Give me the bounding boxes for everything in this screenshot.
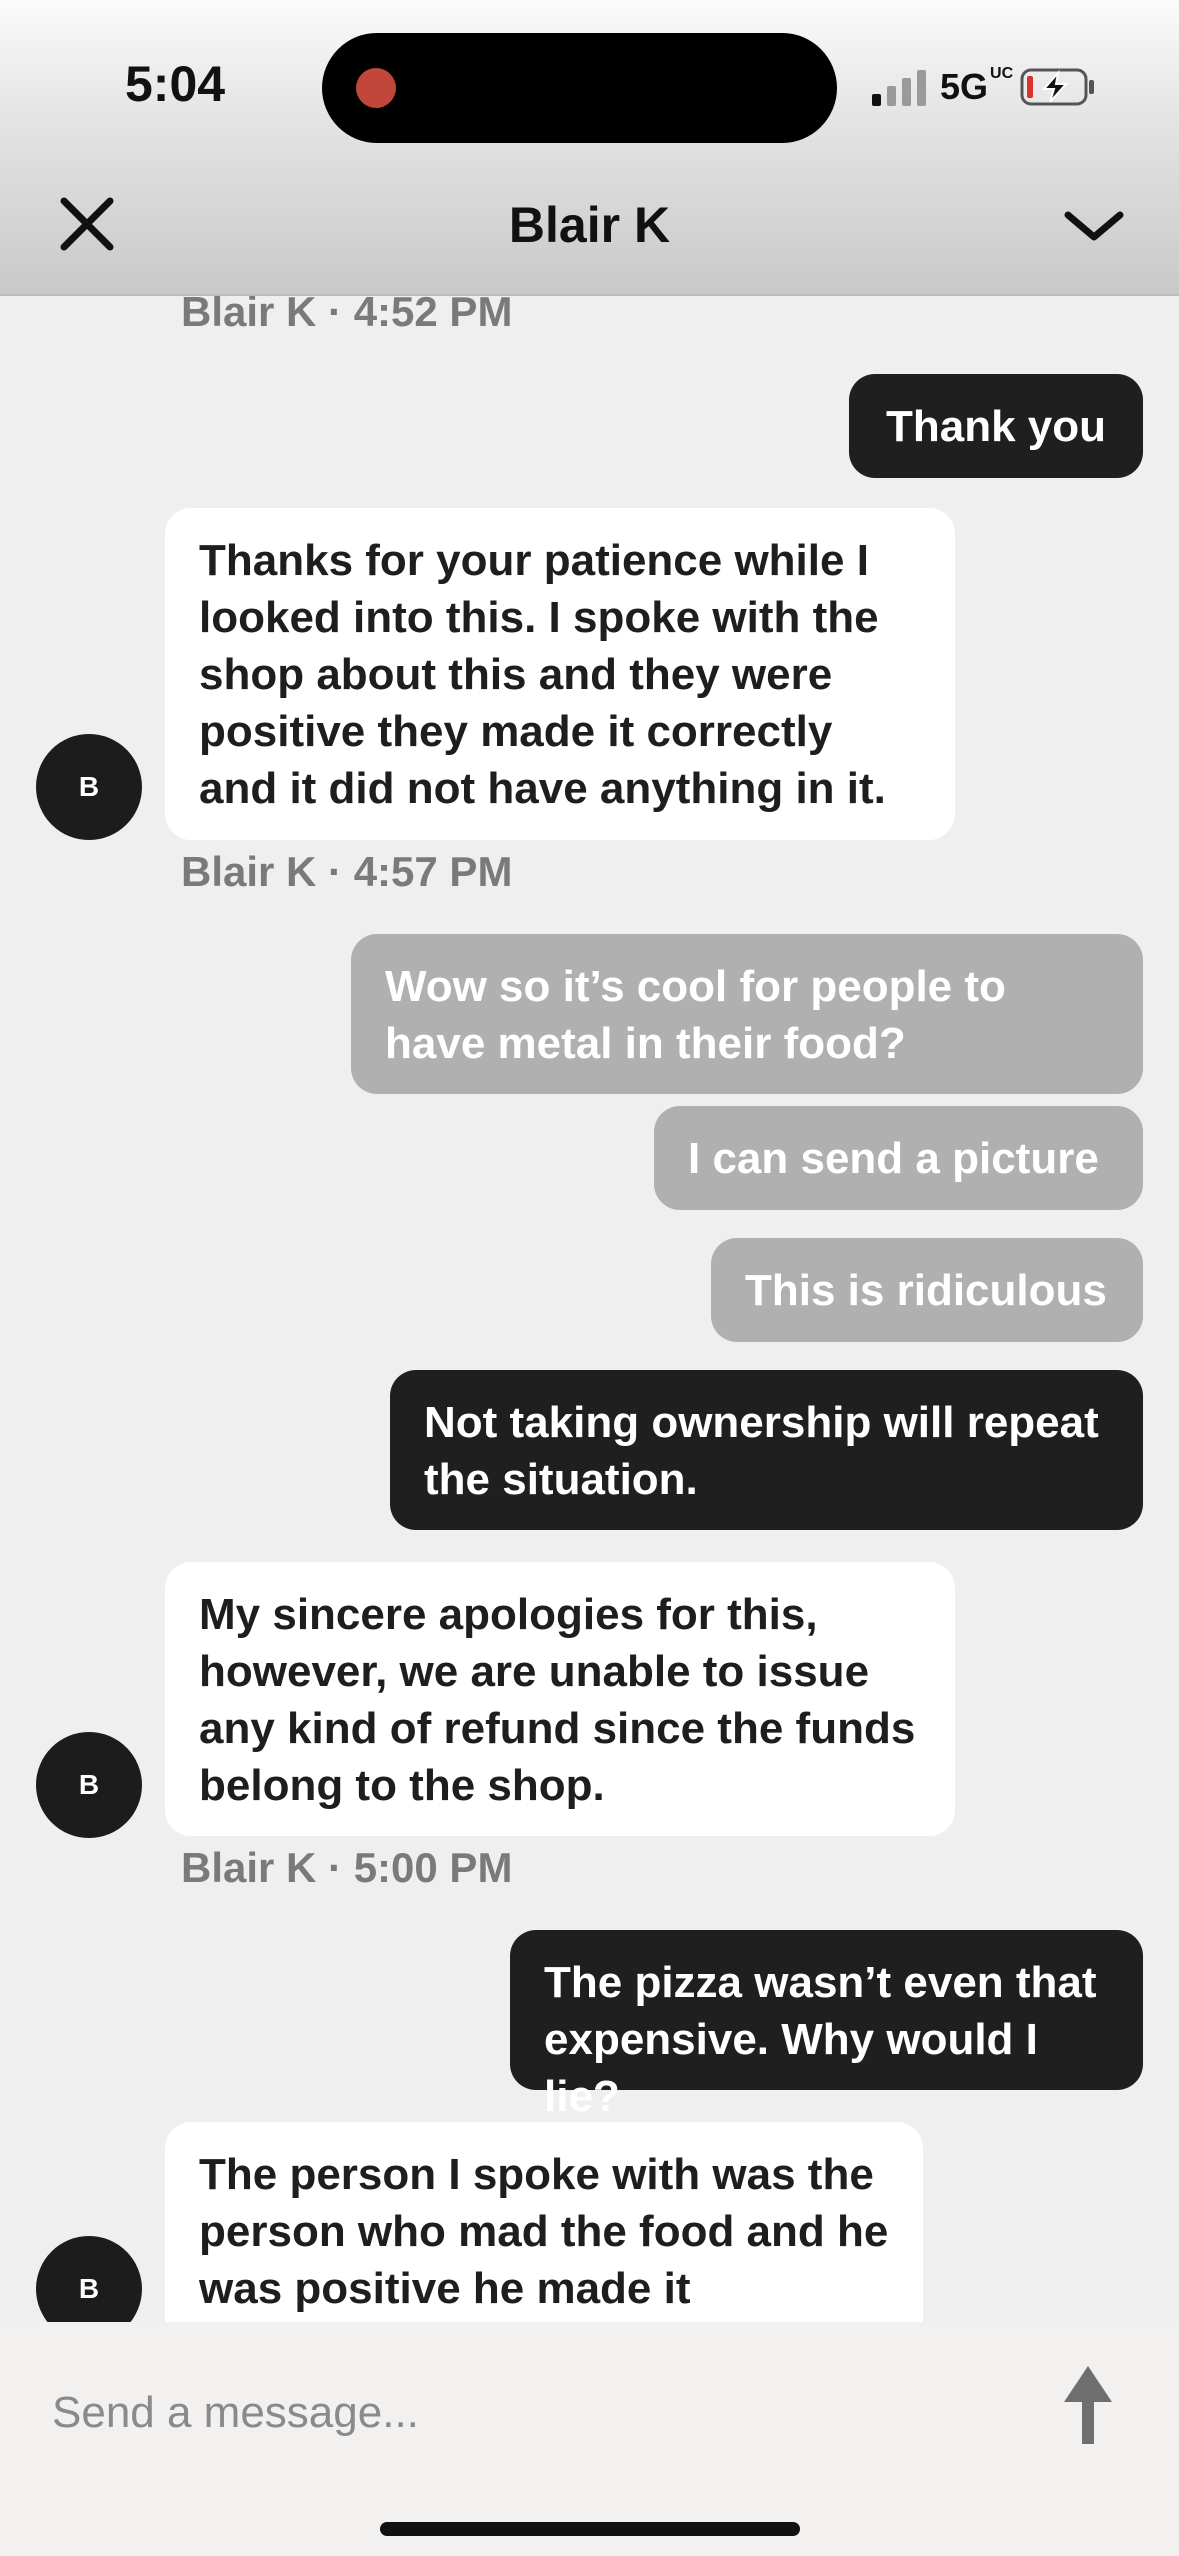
recording-indicator-icon — [356, 68, 396, 108]
battery-charging-icon — [1020, 68, 1094, 106]
conversation-title: Blair K — [508, 197, 671, 253]
dynamic-island — [322, 33, 837, 143]
home-indicator — [380, 2522, 800, 2536]
message-meta: Blair K · 5:00 PM — [181, 1844, 513, 1891]
outgoing-message: The pizza wasn’t even that expensive. Wh… — [510, 1930, 1143, 2121]
network-label: 5G UC — [940, 65, 1014, 108]
outgoing-message: Thank you — [849, 374, 1143, 478]
send-arrow-icon[interactable] — [1062, 2364, 1114, 2446]
network-sup: UC — [990, 65, 1014, 82]
network-type: 5G — [940, 66, 989, 107]
top-bar: 5:04 5G UC Blair K — [0, 0, 1179, 296]
chevron-down-icon[interactable] — [1060, 205, 1128, 249]
message-list[interactable]: Blair K · 4:52 PM Thank you Thanks for y… — [0, 296, 1179, 2322]
avatar: B — [36, 1732, 142, 1838]
message-meta: Blair K · 4:52 PM — [181, 296, 513, 335]
incoming-message: The person I spoke with was the person w… — [165, 2122, 923, 2322]
incoming-message: My sincere apologies for this, however, … — [165, 1562, 955, 1836]
outgoing-message: Not taking ownership will repeat the sit… — [390, 1370, 1143, 1530]
outgoing-message-pending: I can send a picture — [654, 1106, 1143, 1210]
composer-bar — [0, 2322, 1179, 2556]
incoming-message: Thanks for your patience while I looked … — [165, 508, 955, 840]
avatar: B — [36, 2236, 142, 2322]
outgoing-message-pending: This is ridiculous — [711, 1238, 1143, 1342]
cellular-signal-icon — [872, 70, 926, 106]
avatar: B — [36, 734, 142, 840]
outgoing-message-pending: Wow so it’s cool for people to have meta… — [351, 934, 1143, 1094]
message-input[interactable] — [50, 2362, 1004, 2464]
status-time: 5:04 — [125, 56, 226, 112]
message-meta: Blair K · 4:57 PM — [181, 848, 513, 895]
